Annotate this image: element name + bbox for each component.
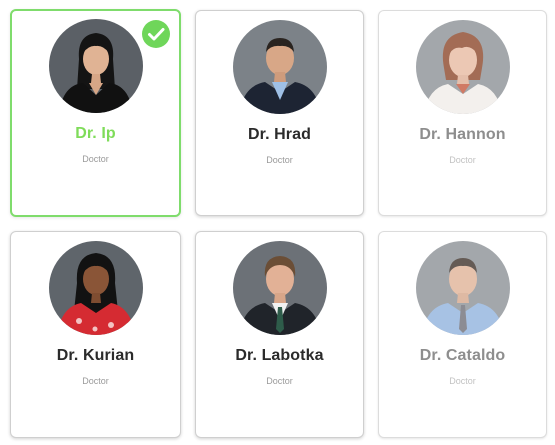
doctor-name: Dr. Kurian [56, 347, 135, 364]
doctor-card-kurian[interactable]: Dr. Kurian Doctor [10, 231, 181, 438]
doctor-role: Doctor [82, 376, 109, 386]
doctor-name: Dr. Hannon [419, 126, 506, 143]
doctor-name: Dr. Cataldo [419, 347, 506, 364]
doctor-card-hrad[interactable]: Dr. Hrad Doctor [195, 10, 364, 216]
doctor-name: Dr. Ip [75, 125, 116, 142]
doctor-photo-hannon [415, 20, 510, 114]
doctor-role: Doctor [266, 376, 293, 386]
doctor-role: Doctor [449, 376, 476, 386]
doctor-card-labotka[interactable]: Dr. Labotka Doctor [195, 231, 364, 438]
doctor-role: Doctor [266, 155, 293, 165]
doctor-photo-ip [48, 19, 143, 113]
doctor-name: Dr. Hrad [247, 126, 312, 143]
doctor-photo-cataldo [415, 241, 510, 335]
doctor-photo-labotka [232, 241, 327, 335]
doctor-grid: Dr. Ip Doctor Dr. Hrad Doctor Dr. Hannon… [0, 0, 555, 445]
doctor-card-cataldo[interactable]: Dr. Cataldo Doctor [378, 231, 547, 438]
doctor-card-ip[interactable]: Dr. Ip Doctor [10, 9, 181, 217]
doctor-photo-hrad [232, 20, 327, 114]
check-circle-icon [142, 20, 170, 48]
doctor-role: Doctor [82, 154, 109, 164]
doctor-role: Doctor [449, 155, 476, 165]
doctor-name: Dr. Labotka [235, 347, 324, 364]
doctor-card-hannon[interactable]: Dr. Hannon Doctor [378, 10, 547, 216]
doctor-photo-kurian [48, 241, 143, 335]
